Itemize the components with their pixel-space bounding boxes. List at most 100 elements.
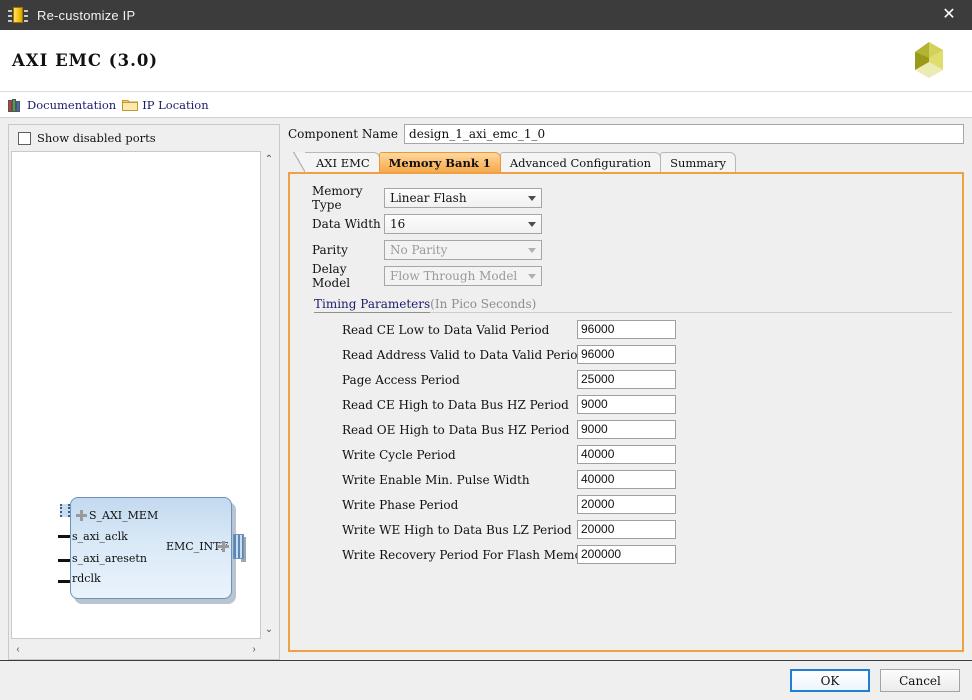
- timing-row: Read OE High to Data Bus HZ Period 9000: [302, 417, 952, 442]
- documentation-label: Documentation: [27, 97, 117, 112]
- show-disabled-ports-label: Show disabled ports: [37, 131, 156, 145]
- memory-type-select[interactable]: Linear Flash: [384, 188, 542, 208]
- timing-label: Write Cycle Period: [342, 447, 456, 462]
- show-disabled-ports-checkbox[interactable]: [18, 131, 31, 145]
- chevron-down-icon: [528, 247, 536, 253]
- tab-advanced-configuration[interactable]: Advanced Configuration: [499, 152, 662, 172]
- timing-input-write-we-high-to-data-bus-lz-period[interactable]: 20000: [577, 520, 676, 539]
- timing-row: Write Recovery Period For Flash Memory 2…: [302, 542, 952, 567]
- data-width-label: Data Width: [312, 217, 381, 231]
- port-pin-s-axi-aclk: [58, 535, 70, 538]
- timing-row: Page Access Period 25000: [302, 367, 952, 392]
- timing-label: Write Phase Period: [342, 497, 459, 512]
- ip-symbol-pane: Show disabled ports S_AXI_MEM s_axi_aclk…: [8, 124, 280, 660]
- timing-row: Write Enable Min. Pulse Width 40000: [302, 467, 952, 492]
- ok-button[interactable]: OK: [790, 669, 870, 692]
- timing-row: Read CE High to Data Bus HZ Period 9000: [302, 392, 952, 417]
- scroll-up-icon[interactable]: ⌃: [262, 153, 276, 167]
- timing-input-write-enable-min-pulse-width[interactable]: 40000: [577, 470, 676, 489]
- parity-value: No Parity: [390, 243, 448, 257]
- data-width-row: Data Width 16: [302, 212, 952, 236]
- tab-memory-bank-1[interactable]: Memory Bank 1: [378, 152, 501, 172]
- timing-row: Write WE High to Data Bus LZ Period 2000…: [302, 517, 952, 542]
- timing-input-read-ce-high-to-data-bus-hz-period[interactable]: 9000: [577, 395, 676, 414]
- scroll-right-icon[interactable]: ›: [247, 643, 261, 657]
- timing-input-read-oe-high-to-data-bus-hz-period[interactable]: 9000: [577, 420, 676, 439]
- timing-label: Write WE High to Data Bus LZ Period: [342, 522, 572, 537]
- ip-header: AXI EMC (3.0): [0, 30, 972, 92]
- timing-input-read-address-valid-to-data-valid-period[interactable]: 96000: [577, 345, 676, 364]
- folder-icon: [122, 100, 139, 111]
- cancel-button[interactable]: Cancel: [880, 669, 960, 692]
- tab-axi-emc[interactable]: AXI EMC: [293, 152, 380, 173]
- component-name-input[interactable]: design_1_axi_emc_1_0: [404, 124, 964, 144]
- dialog-body: Show disabled ports S_AXI_MEM s_axi_aclk…: [0, 118, 972, 660]
- diagram-vertical-scrollbar[interactable]: ⌃ ⌄: [261, 151, 277, 639]
- timing-parameters-title: Timing Parameters: [314, 297, 431, 313]
- timing-input-write-phase-period[interactable]: 20000: [577, 495, 676, 514]
- tab-bar: AXI EMC Memory Bank 1 Advanced Configura…: [288, 151, 964, 173]
- scroll-left-icon[interactable]: ‹: [11, 643, 25, 657]
- diagram-canvas-wrap: S_AXI_MEM s_axi_aclk s_axi_aresetn rdclk…: [9, 151, 279, 641]
- delay-model-select: Flow Through Model: [384, 266, 542, 286]
- timing-parameters-header: Timing Parameters (In Pico Seconds): [314, 297, 952, 313]
- documentation-link[interactable]: Documentation: [8, 98, 116, 112]
- timing-label: Read Address Valid to Data Valid Period: [342, 347, 586, 362]
- parity-select: No Parity: [384, 240, 542, 260]
- tab-summary[interactable]: Summary: [660, 152, 737, 172]
- dialog-footer: OK Cancel: [0, 660, 972, 700]
- timing-row: Read Address Valid to Data Valid Period …: [302, 342, 952, 367]
- timing-parameters-units: (In Pico Seconds): [430, 297, 952, 313]
- timing-input-page-access-period[interactable]: 25000: [577, 370, 676, 389]
- component-name-row: Component Name design_1_axi_emc_1_0: [288, 124, 964, 144]
- data-width-select[interactable]: 16: [384, 214, 542, 234]
- delay-model-label: Delay Model: [312, 262, 351, 290]
- show-disabled-ports-row[interactable]: Show disabled ports: [9, 125, 279, 151]
- s-axi-mem-bus-marker[interactable]: [60, 504, 70, 517]
- diagram-horizontal-scrollbar[interactable]: ‹ ›: [9, 641, 279, 659]
- scroll-down-icon[interactable]: ⌄: [262, 623, 276, 637]
- timing-input-write-cycle-period[interactable]: 40000: [577, 445, 676, 464]
- timing-label: Read OE High to Data Bus HZ Period: [342, 422, 570, 437]
- delay-model-row: Delay Model Flow Through Model: [302, 262, 952, 290]
- timing-row: Read CE Low to Data Valid Period 96000: [302, 317, 952, 342]
- port-label-s-axi-aclk: s_axi_aclk: [72, 530, 128, 543]
- component-name-label: Component Name: [288, 127, 399, 141]
- page-title: AXI EMC (3.0): [12, 51, 159, 70]
- memory-type-value: Linear Flash: [390, 191, 467, 205]
- delay-model-value: Flow Through Model: [390, 269, 518, 283]
- ip-location-link[interactable]: IP Location: [122, 97, 209, 112]
- timing-label: Write Enable Min. Pulse Width: [342, 472, 530, 487]
- s-axi-mem-expand-icon[interactable]: [76, 510, 87, 521]
- close-icon[interactable]: ✕: [926, 0, 972, 30]
- port-pin-s-axi-aresetn: [58, 559, 70, 562]
- timing-label: Read CE High to Data Bus HZ Period: [342, 397, 569, 412]
- port-label-rdclk: rdclk: [72, 572, 101, 585]
- timing-label: Write Recovery Period For Flash Memory: [342, 547, 595, 562]
- emc-intf-bus-marker[interactable]: [233, 534, 244, 559]
- timing-label: Read CE Low to Data Valid Period: [342, 322, 550, 337]
- port-pin-rdclk: [58, 580, 70, 583]
- link-bar: Documentation IP Location: [0, 92, 972, 118]
- title-bar: Re-customize IP ✕: [0, 0, 972, 30]
- parity-label: Parity: [312, 243, 348, 257]
- timing-row: Write Cycle Period 40000: [302, 442, 952, 467]
- ip-location-label: IP Location: [142, 97, 209, 112]
- data-width-value: 16: [390, 217, 406, 231]
- memory-type-row: Memory Type Linear Flash: [302, 184, 952, 212]
- ip-chip-icon: [7, 4, 29, 26]
- memory-type-label: Memory Type: [312, 184, 363, 212]
- port-label-s-axi-aresetn: s_axi_aresetn: [72, 552, 147, 565]
- config-pane: Component Name design_1_axi_emc_1_0 AXI …: [288, 124, 964, 660]
- recustomize-ip-dialog: Re-customize IP ✕ AXI EMC (3.0) Document…: [0, 0, 972, 700]
- window-title: Re-customize IP: [37, 7, 136, 23]
- books-icon: [8, 98, 23, 112]
- timing-input-write-recovery-period-for-flash-memory[interactable]: 200000: [577, 545, 676, 564]
- port-label-s-axi-mem: S_AXI_MEM: [89, 509, 159, 522]
- xilinx-logo: [915, 42, 943, 78]
- timing-input-read-ce-low-to-data-valid-period[interactable]: 96000: [577, 320, 676, 339]
- chevron-down-icon: [528, 273, 536, 279]
- memory-bank-panel: Memory Type Linear Flash Data Width 16 P…: [288, 172, 964, 652]
- emc-intf-expand-icon[interactable]: [218, 541, 229, 552]
- ip-diagram-canvas[interactable]: S_AXI_MEM s_axi_aclk s_axi_aresetn rdclk…: [11, 151, 261, 639]
